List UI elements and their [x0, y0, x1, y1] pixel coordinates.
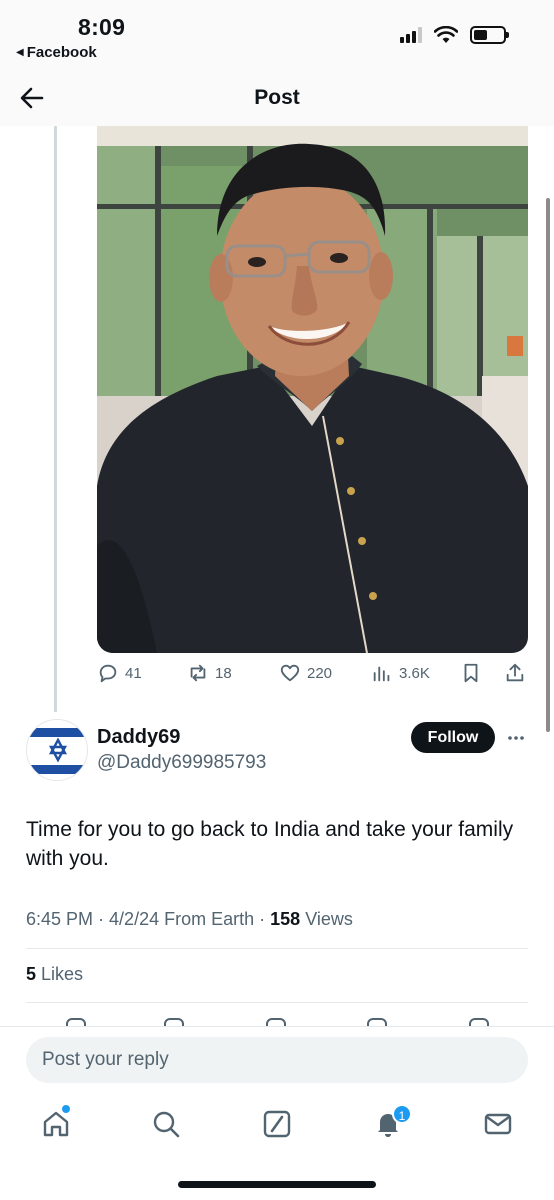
divider: [26, 948, 528, 949]
post-source: From Earth: [164, 909, 255, 929]
reply-action[interactable]: 41: [97, 662, 142, 684]
bookmark-icon: [464, 663, 478, 683]
back-triangle-icon: ◀: [16, 47, 24, 58]
photo-illustration: [97, 126, 528, 653]
post-date: 4/2/24: [109, 909, 160, 929]
views-count: 3.6K: [399, 664, 430, 682]
repost-icon[interactable]: [164, 1018, 184, 1026]
back-to-app-link[interactable]: ◀ Facebook: [16, 44, 97, 61]
repost-count: 18: [215, 664, 232, 682]
like-action[interactable]: 220: [279, 662, 332, 684]
post-time: 6:45 PM: [26, 909, 94, 929]
page-title: Post: [254, 86, 300, 109]
likes-count: 5: [26, 964, 37, 984]
share-icon[interactable]: [469, 1018, 489, 1026]
home-unread-dot: [62, 1105, 70, 1113]
share-action[interactable]: [504, 662, 526, 684]
israel-flag-avatar-icon: [27, 720, 87, 780]
status-icons: [400, 26, 509, 44]
post-views-label: Views: [305, 909, 353, 929]
thread-line: [54, 126, 57, 712]
status-bar: 8:09 ◀ Facebook: [0, 0, 554, 70]
like-count: 220: [307, 664, 333, 682]
likes-summary[interactable]: 5 Likes: [26, 964, 83, 985]
status-time: 8:09: [78, 14, 126, 40]
reply-icon: [99, 664, 117, 683]
divider: [26, 1002, 528, 1003]
reply-count: 41: [125, 664, 142, 682]
wifi-icon: [434, 26, 458, 43]
messages-mail-icon[interactable]: [482, 1108, 514, 1140]
reply-action-bar-partial: [0, 1004, 554, 1026]
author-handle[interactable]: @Daddy699985793: [97, 752, 266, 774]
author-name[interactable]: Daddy69: [97, 726, 180, 749]
reply-icon[interactable]: [66, 1018, 86, 1026]
post-photo[interactable]: [97, 126, 528, 653]
views-action[interactable]: 3.6K: [371, 662, 430, 684]
post-meta: 6:45 PM · 4/2/24 From Earth · 158 Views: [26, 909, 353, 929]
home-indicator: [178, 1181, 376, 1188]
heart-icon[interactable]: [266, 1018, 286, 1026]
post-action-bar: 41 18 220 3.6K: [97, 662, 528, 690]
post-text: Time for you to go back to India and tak…: [26, 818, 514, 870]
back-app-label: Facebook: [26, 44, 97, 61]
post-views-count: 158: [270, 909, 301, 929]
heart-icon: [280, 664, 300, 682]
notification-badge: 1: [392, 1104, 412, 1124]
views-chart-icon: [373, 666, 390, 682]
bookmark-icon[interactable]: [367, 1018, 387, 1026]
top-nav: Post: [0, 70, 554, 126]
battery-icon: [470, 26, 509, 44]
more-options-icon[interactable]: [506, 728, 526, 748]
search-icon[interactable]: [150, 1108, 182, 1140]
avatar[interactable]: [26, 719, 88, 781]
grok-icon[interactable]: [261, 1108, 293, 1140]
share-icon: [506, 663, 524, 682]
scrollbar[interactable]: [546, 198, 550, 732]
follow-button[interactable]: Follow: [411, 722, 495, 753]
cellular-signal-icon: [400, 27, 422, 43]
reply-input[interactable]: [26, 1037, 528, 1083]
repost-action[interactable]: 18: [187, 662, 232, 684]
repost-icon: [190, 664, 206, 682]
bookmark-action[interactable]: [460, 662, 482, 684]
likes-label: Likes: [41, 964, 84, 984]
